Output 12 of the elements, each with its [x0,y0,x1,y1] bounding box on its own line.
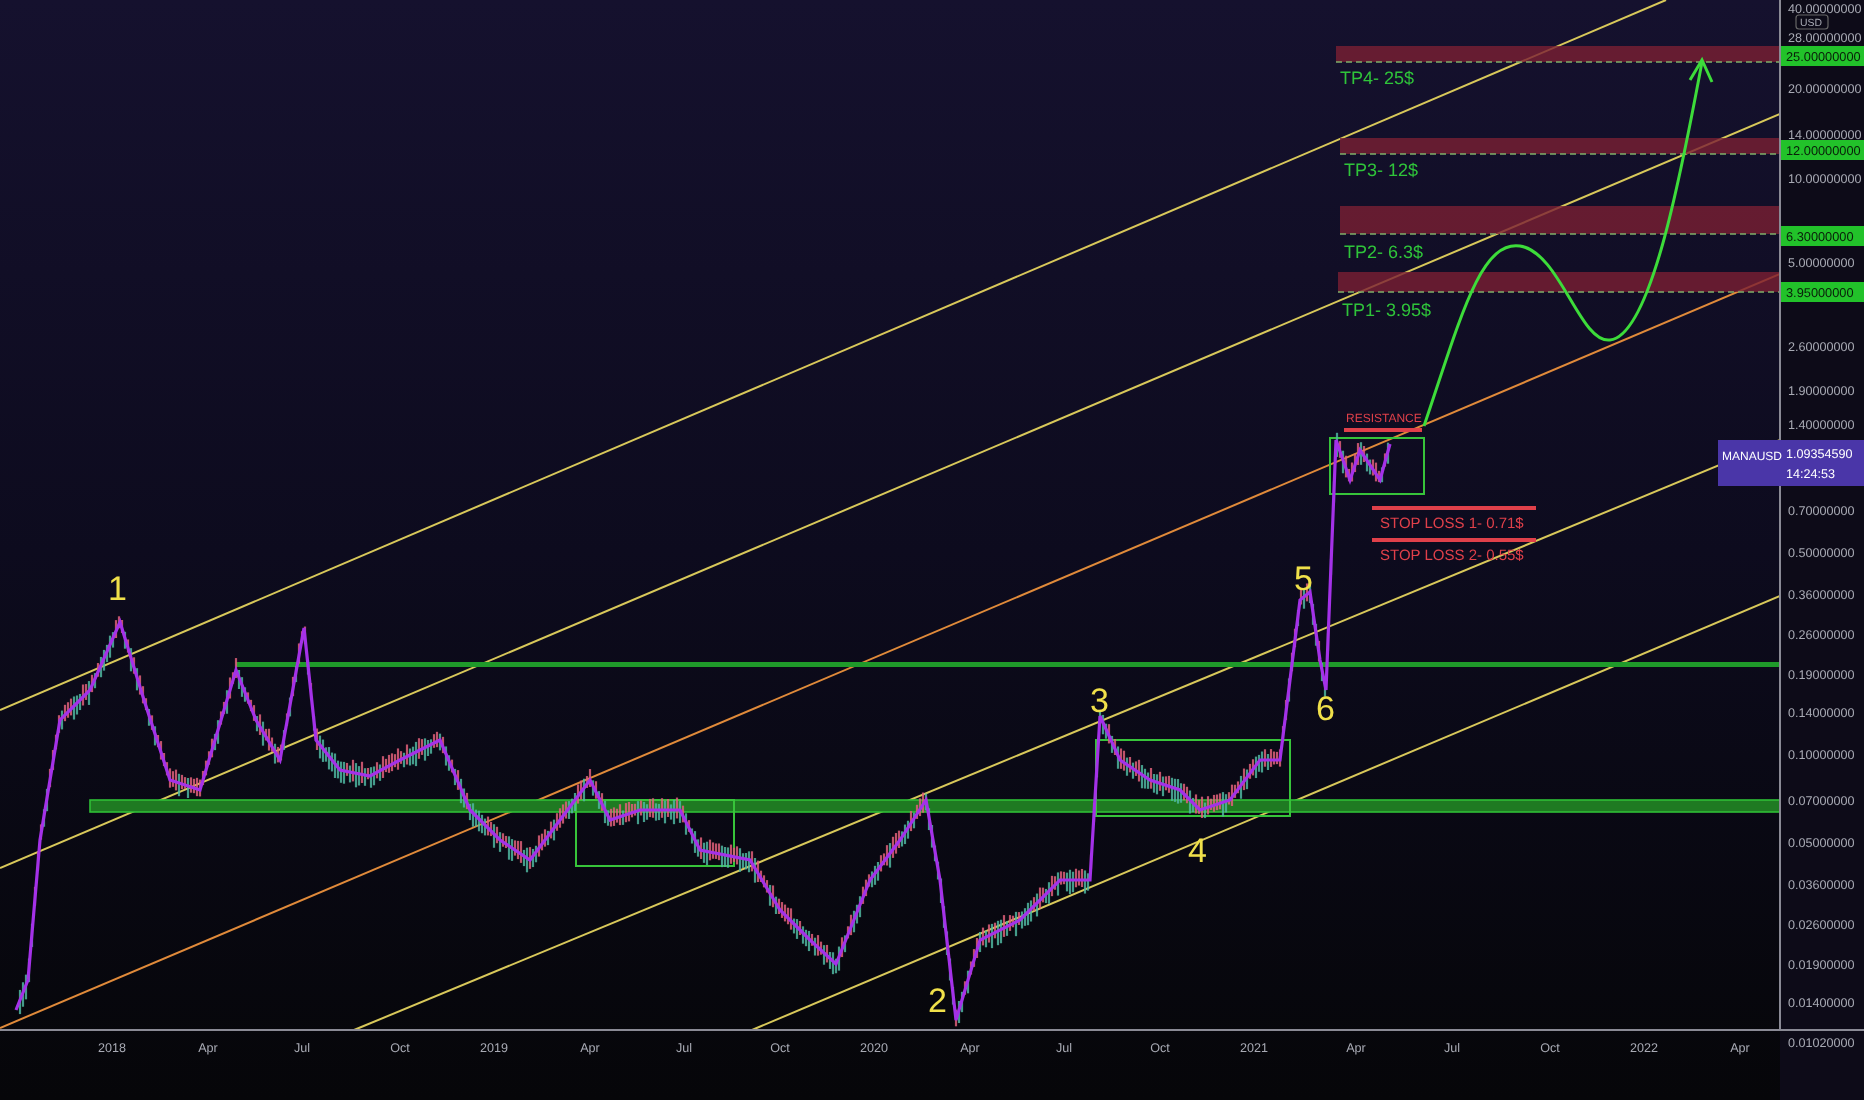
target-label: TP4- 25$ [1340,68,1415,88]
resistance-line [1344,428,1422,432]
target-label: TP2- 6.3$ [1344,242,1424,262]
range-box [1329,437,1425,495]
wave-number: 6 [1316,690,1335,728]
wave-number: 2 [928,982,947,1020]
target-label: TP1- 3.95$ [1342,300,1432,320]
wave-number: 1 [108,570,127,608]
wave-number: 4 [1188,832,1207,870]
wave-number: 5 [1294,560,1313,598]
target-label: TP3- 12$ [1344,160,1419,180]
wave-number: 3 [1090,682,1109,720]
